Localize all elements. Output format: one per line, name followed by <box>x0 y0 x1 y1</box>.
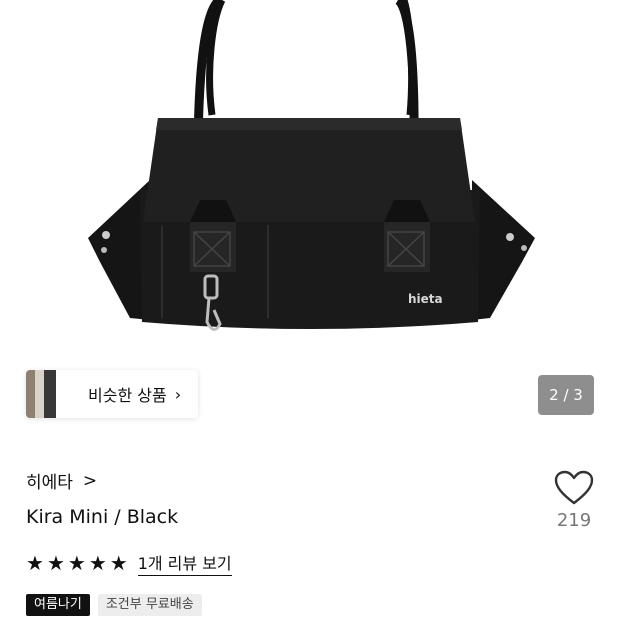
chevron-right-icon: › <box>174 384 182 404</box>
star-icon: ★ <box>26 551 44 575</box>
like-count: 219 <box>556 510 592 531</box>
product-title: Kira Mini / Black <box>26 506 179 528</box>
star-icon: ★ <box>67 551 86 575</box>
star-icon: ★ <box>109 551 128 575</box>
rating-row: ★ ★ ★ ★ ★ 1개 리뷰 보기 <box>26 550 232 576</box>
rating-stars: ★ ★ ★ ★ ★ <box>26 553 128 573</box>
chevron-right-icon: > <box>82 470 98 491</box>
star-icon: ★ <box>88 551 107 575</box>
badge-summer: 여름나기 <box>26 594 90 616</box>
badge-list: 여름나기 조건부 무료배송 <box>26 594 202 616</box>
brand-link[interactable]: 히에타 > <box>26 468 98 494</box>
brand-name: 히에타 <box>26 473 73 493</box>
like-button[interactable]: 219 <box>550 470 598 542</box>
heart-outline-icon <box>554 470 594 505</box>
brand-stamp: hieta <box>408 292 443 306</box>
star-icon: ★ <box>46 551 65 575</box>
product-image[interactable]: hieta 비슷한 상품 › 2 / 3 <box>0 0 620 440</box>
review-link[interactable]: 1개 리뷰 보기 <box>137 550 232 576</box>
badge-free-shipping: 조건부 무료배송 <box>97 594 202 616</box>
similar-products-label: 비슷한 상품 <box>88 386 167 405</box>
gallery-page-indicator: 2 / 3 <box>538 375 594 415</box>
similar-product-thumbnail <box>26 370 56 418</box>
similar-products-button[interactable]: 비슷한 상품 › <box>26 370 198 418</box>
